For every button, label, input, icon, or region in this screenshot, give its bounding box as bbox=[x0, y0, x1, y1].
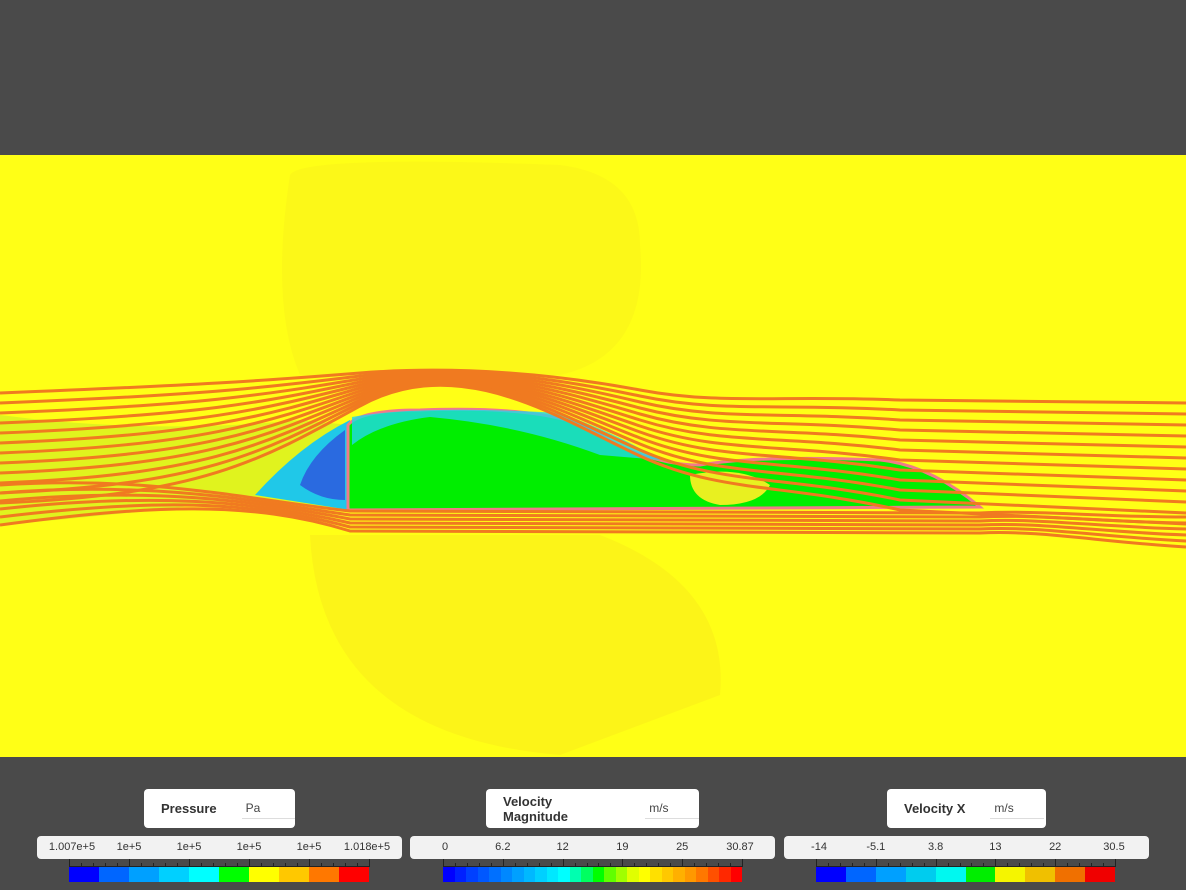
color-band bbox=[627, 867, 639, 882]
color-band bbox=[1085, 867, 1116, 882]
scale-tick-label[interactable]: 1.007e+5 bbox=[49, 841, 95, 853]
scale-tick-label: 1e+5 bbox=[296, 841, 322, 853]
scale-tick-label: 12 bbox=[556, 841, 569, 853]
scale-tick-label: 19 bbox=[616, 841, 629, 853]
velocity-x-tick-marks bbox=[816, 859, 1116, 867]
velocity-magnitude-label: Velocity Magnitude bbox=[503, 793, 568, 824]
scale-tick-label[interactable]: 30.5 bbox=[1103, 841, 1124, 853]
velocity-x-scale-labels: -14 -5.1 3.8 13 22 30.5 bbox=[784, 836, 1149, 859]
color-band bbox=[581, 867, 593, 882]
pressure-shadow-lower bbox=[310, 535, 721, 755]
color-band bbox=[965, 867, 996, 882]
velocity-magnitude-unit-dropdown[interactable]: m/s bbox=[645, 798, 699, 819]
scale-tick-label: -5.1 bbox=[866, 841, 886, 853]
color-band bbox=[816, 867, 846, 882]
color-band bbox=[535, 867, 547, 882]
color-band bbox=[905, 867, 936, 882]
color-band bbox=[69, 867, 99, 882]
velocity-magnitude-tick-marks bbox=[443, 859, 743, 867]
velocity-x-label: Velocity X bbox=[904, 801, 966, 816]
color-band bbox=[546, 867, 558, 882]
color-band bbox=[604, 867, 616, 882]
color-band bbox=[1055, 867, 1086, 882]
pressure-field-selector[interactable]: Pressure Pa bbox=[144, 789, 295, 828]
color-band bbox=[443, 867, 455, 882]
velocity-magnitude-color-bar bbox=[443, 867, 742, 882]
color-band bbox=[466, 867, 478, 882]
scale-tick-label[interactable]: 30.87 bbox=[726, 841, 754, 853]
color-band bbox=[615, 867, 627, 882]
color-band bbox=[1025, 867, 1056, 882]
scale-tick-label: 3.8 bbox=[927, 841, 944, 853]
color-band bbox=[477, 867, 489, 882]
scale-tick-label[interactable]: -14 bbox=[811, 841, 827, 853]
velocity-magnitude-field-selector[interactable]: Velocity Magnitude m/s bbox=[486, 789, 699, 828]
color-band bbox=[99, 867, 129, 882]
color-band bbox=[249, 867, 279, 882]
scale-tick-label[interactable]: 1.018e+5 bbox=[344, 841, 390, 853]
flow-visualization bbox=[0, 161, 1186, 755]
color-band bbox=[523, 867, 535, 882]
pressure-shadow-upper bbox=[282, 161, 641, 375]
color-band bbox=[569, 867, 581, 882]
color-band bbox=[489, 867, 501, 882]
color-band bbox=[159, 867, 189, 882]
color-band bbox=[707, 867, 719, 882]
color-band bbox=[339, 867, 369, 882]
velocity-x-unit-dropdown[interactable]: m/s bbox=[990, 798, 1045, 819]
scale-tick-label: 1e+5 bbox=[176, 841, 202, 853]
color-band bbox=[995, 867, 1026, 882]
color-band bbox=[673, 867, 685, 882]
color-band bbox=[638, 867, 650, 882]
color-band bbox=[279, 867, 309, 882]
scale-tick-label[interactable]: 0 bbox=[442, 841, 448, 853]
pressure-label: Pressure bbox=[161, 801, 217, 816]
pressure-color-bar bbox=[69, 867, 369, 882]
color-band bbox=[935, 867, 966, 882]
color-band bbox=[696, 867, 708, 882]
velocity-x-color-bar bbox=[816, 867, 1116, 882]
scale-tick-label: 13 bbox=[989, 841, 1002, 853]
pressure-scale-labels: 1.007e+5 1e+5 1e+5 1e+5 1e+5 1.018e+5 bbox=[37, 836, 402, 859]
pressure-unit-dropdown[interactable]: Pa bbox=[241, 798, 295, 819]
color-band bbox=[558, 867, 570, 882]
scale-tick-label: 6.2 bbox=[495, 841, 511, 853]
color-band bbox=[661, 867, 673, 882]
color-band bbox=[719, 867, 731, 882]
color-band bbox=[454, 867, 466, 882]
color-band bbox=[730, 867, 742, 882]
pressure-tick-marks bbox=[69, 859, 370, 867]
simulation-viewport[interactable] bbox=[0, 155, 1186, 757]
velocity-x-field-selector[interactable]: Velocity X m/s bbox=[887, 789, 1046, 828]
velocity-magnitude-scale-labels: 0 6.2 12 19 25 30.87 bbox=[410, 836, 775, 859]
scale-tick-label: 1e+5 bbox=[116, 841, 142, 853]
color-band bbox=[189, 867, 219, 882]
color-band bbox=[309, 867, 339, 882]
color-band bbox=[219, 867, 249, 882]
scale-tick-label: 25 bbox=[676, 841, 689, 853]
color-band bbox=[129, 867, 159, 882]
color-band bbox=[512, 867, 524, 882]
color-band bbox=[684, 867, 696, 882]
color-band bbox=[500, 867, 512, 882]
scale-tick-label: 1e+5 bbox=[236, 841, 262, 853]
scale-tick-label: 22 bbox=[1049, 841, 1062, 853]
color-band bbox=[592, 867, 604, 882]
color-band bbox=[875, 867, 906, 882]
color-band bbox=[650, 867, 662, 882]
color-band bbox=[845, 867, 876, 882]
